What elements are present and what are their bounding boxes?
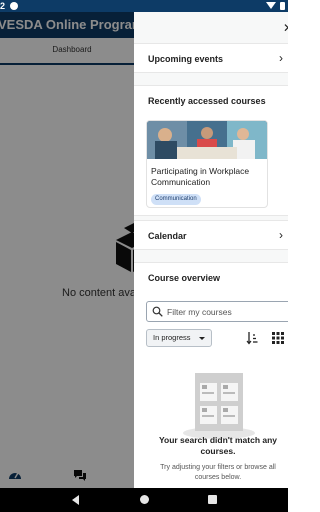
- empty-results-title: Your search didn't match any courses.: [158, 435, 278, 456]
- upcoming-events-block[interactable]: Upcoming events ›: [134, 43, 288, 73]
- course-name: Participating in Workplace Communication: [151, 166, 250, 187]
- chevron-right-icon: ›: [279, 228, 283, 242]
- dashboard-drawer: ✕ Upcoming events › Recently accessed co…: [134, 12, 288, 488]
- notification-icon: [10, 2, 18, 10]
- recently-accessed-block: Recently accessed courses Participating …: [134, 85, 288, 216]
- calendar-block[interactable]: Calendar ›: [134, 220, 288, 250]
- sort-icon[interactable]: [246, 331, 258, 345]
- home-icon[interactable]: [140, 495, 149, 504]
- battery-icon: [280, 2, 285, 10]
- close-icon[interactable]: ✕: [283, 22, 288, 34]
- calendar-title: Calendar: [148, 231, 187, 241]
- course-filter-select[interactable]: In progress: [146, 329, 212, 347]
- course-filter-value: In progress: [153, 333, 191, 342]
- recents-icon[interactable]: [208, 495, 217, 504]
- course-overview-title: Course overview: [148, 273, 221, 283]
- upcoming-events-title: Upcoming events: [148, 54, 224, 64]
- chevron-right-icon: ›: [279, 51, 283, 65]
- course-image: [147, 121, 267, 159]
- system-nav-bar: [0, 488, 288, 512]
- course-category-badge: Communication: [151, 194, 201, 205]
- empty-results-text: Try adjusting your filters or browse all…: [160, 464, 276, 481]
- no-courses-illustration: [183, 373, 255, 439]
- wifi-icon: [266, 2, 276, 9]
- course-search-field[interactable]: [146, 301, 288, 322]
- recently-accessed-title: Recently accessed courses: [148, 96, 266, 106]
- search-icon: [152, 306, 163, 317]
- course-overview-block: Course overview In progress: [134, 262, 288, 488]
- course-search-input[interactable]: [167, 304, 287, 319]
- status-time: 2: [0, 1, 6, 11]
- chevron-down-icon: [199, 337, 205, 340]
- grid-icon[interactable]: [272, 332, 284, 344]
- back-icon[interactable]: [72, 495, 79, 505]
- course-card[interactable]: Participating in Workplace Communication…: [146, 120, 268, 208]
- status-bar: 2: [0, 0, 288, 12]
